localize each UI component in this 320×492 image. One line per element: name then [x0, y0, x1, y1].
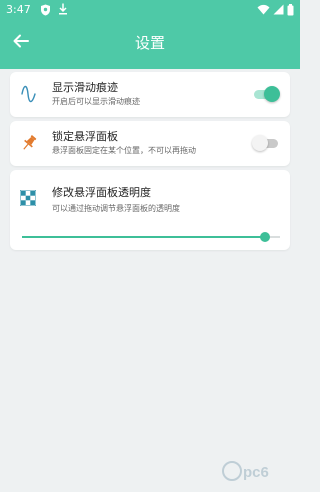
slider-thumb[interactable]: [259, 232, 270, 242]
status-bar: 3:47: [0, 0, 300, 20]
watermark-logo: pc6: [222, 461, 269, 481]
slider-fill: [22, 236, 265, 238]
wifi-icon: [257, 4, 270, 19]
transparency-slider[interactable]: [22, 230, 280, 244]
setting-title: 修改悬浮面板透明度: [52, 186, 151, 199]
battery-icon: [287, 4, 294, 19]
page-title: 设置: [134, 34, 165, 52]
setting-description: 悬浮面板固定在某个位置，不可以再拖动: [52, 146, 196, 155]
pin-icon: [20, 134, 38, 152]
signal-icon: [273, 4, 284, 19]
status-time: 3:47: [6, 3, 31, 16]
toggle-knob: [264, 86, 280, 102]
toggle-knob: [252, 135, 268, 151]
setting-show-swipe-trail[interactable]: 显示滑动痕迹 开启后可以显示滑动痕迹: [10, 72, 290, 117]
wave-icon: [20, 85, 38, 103]
shield-icon: [40, 4, 51, 19]
setting-description: 开启后可以显示滑动痕迹: [52, 97, 140, 106]
show-swipe-trail-toggle[interactable]: [252, 85, 280, 103]
svg-text:pc6: pc6: [243, 464, 269, 481]
setting-description: 可以通过拖动调节悬浮面板的透明度: [52, 204, 180, 213]
transparency-checker-icon: [19, 189, 38, 208]
lock-floating-panel-toggle[interactable]: [252, 134, 280, 152]
setting-panel-transparency: 修改悬浮面板透明度 可以通过拖动调节悬浮面板的透明度: [10, 170, 290, 250]
download-icon: [58, 3, 68, 18]
setting-title: 锁定悬浮面板: [52, 130, 118, 143]
setting-title: 显示滑动痕迹: [52, 81, 118, 94]
app-header: 3:47 设置: [0, 0, 300, 69]
setting-lock-floating-panel[interactable]: 锁定悬浮面板 悬浮面板固定在某个位置，不可以再拖动: [10, 121, 290, 166]
